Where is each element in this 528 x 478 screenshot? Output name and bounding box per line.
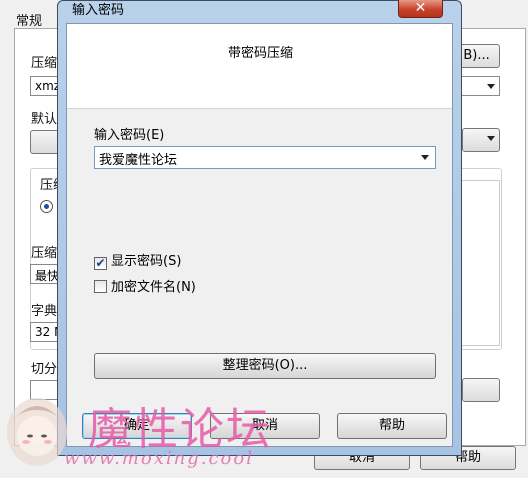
default-label: 默认 bbox=[31, 112, 58, 127]
show-password-row[interactable]: ✔ 显示密码(S) bbox=[94, 250, 181, 270]
close-button[interactable]: ✕ bbox=[398, 0, 443, 18]
dialog-heading: 带密码压缩 bbox=[227, 46, 293, 61]
organize-passwords-button[interactable]: 整理密码(O)... bbox=[94, 353, 436, 379]
chevron-down-icon[interactable] bbox=[421, 155, 429, 160]
bg-right-button[interactable] bbox=[462, 378, 500, 402]
compression-label: 压缩 bbox=[31, 246, 58, 261]
bg-dropdown-right[interactable] bbox=[462, 128, 500, 152]
archive-name-label: 压缩 bbox=[31, 56, 58, 71]
dialog-client-area: 带密码压缩 输入密码(E) 我爱魔性论坛 ✔ 显示密码(S) 加密文件名(N) 整… bbox=[66, 23, 453, 447]
checkmark-icon: ✔ bbox=[95, 256, 106, 270]
chevron-down-icon bbox=[487, 136, 495, 141]
dialog-title: 输入密码 bbox=[72, 3, 125, 18]
watermark-url: www.moxing.cool bbox=[64, 448, 254, 469]
dialog-header-band bbox=[67, 24, 452, 108]
password-label: 输入密码(E) bbox=[94, 128, 165, 143]
tab-general[interactable]: 常规 bbox=[16, 10, 42, 29]
chevron-down-icon bbox=[487, 84, 495, 89]
divider bbox=[67, 108, 452, 109]
password-value: 我爱魔性论坛 bbox=[99, 153, 178, 168]
radio-button[interactable] bbox=[40, 200, 53, 213]
show-password-checkbox[interactable]: ✔ bbox=[94, 257, 107, 270]
encrypt-filenames-row[interactable]: 加密文件名(N) bbox=[94, 276, 196, 295]
mascot-logo bbox=[7, 398, 67, 466]
split-label: 切分 bbox=[31, 362, 58, 377]
encrypt-filenames-checkbox[interactable] bbox=[94, 280, 107, 293]
dictionary-label: 字典 bbox=[31, 304, 58, 319]
password-input[interactable]: 我爱魔性论坛 bbox=[94, 146, 436, 169]
bg-list-panel bbox=[460, 180, 500, 346]
close-icon: ✕ bbox=[414, 0, 427, 16]
help-button[interactable]: 帮助 bbox=[337, 413, 447, 439]
show-password-label: 显示密码(S) bbox=[111, 254, 182, 269]
encrypt-filenames-label: 加密文件名(N) bbox=[111, 280, 196, 295]
password-dialog: 输入密码 ✕ 带密码压缩 输入密码(E) 我爱魔性论坛 ✔ 显示密码(S) 加密文… bbox=[57, 0, 462, 456]
radio-dot-icon bbox=[44, 204, 49, 209]
